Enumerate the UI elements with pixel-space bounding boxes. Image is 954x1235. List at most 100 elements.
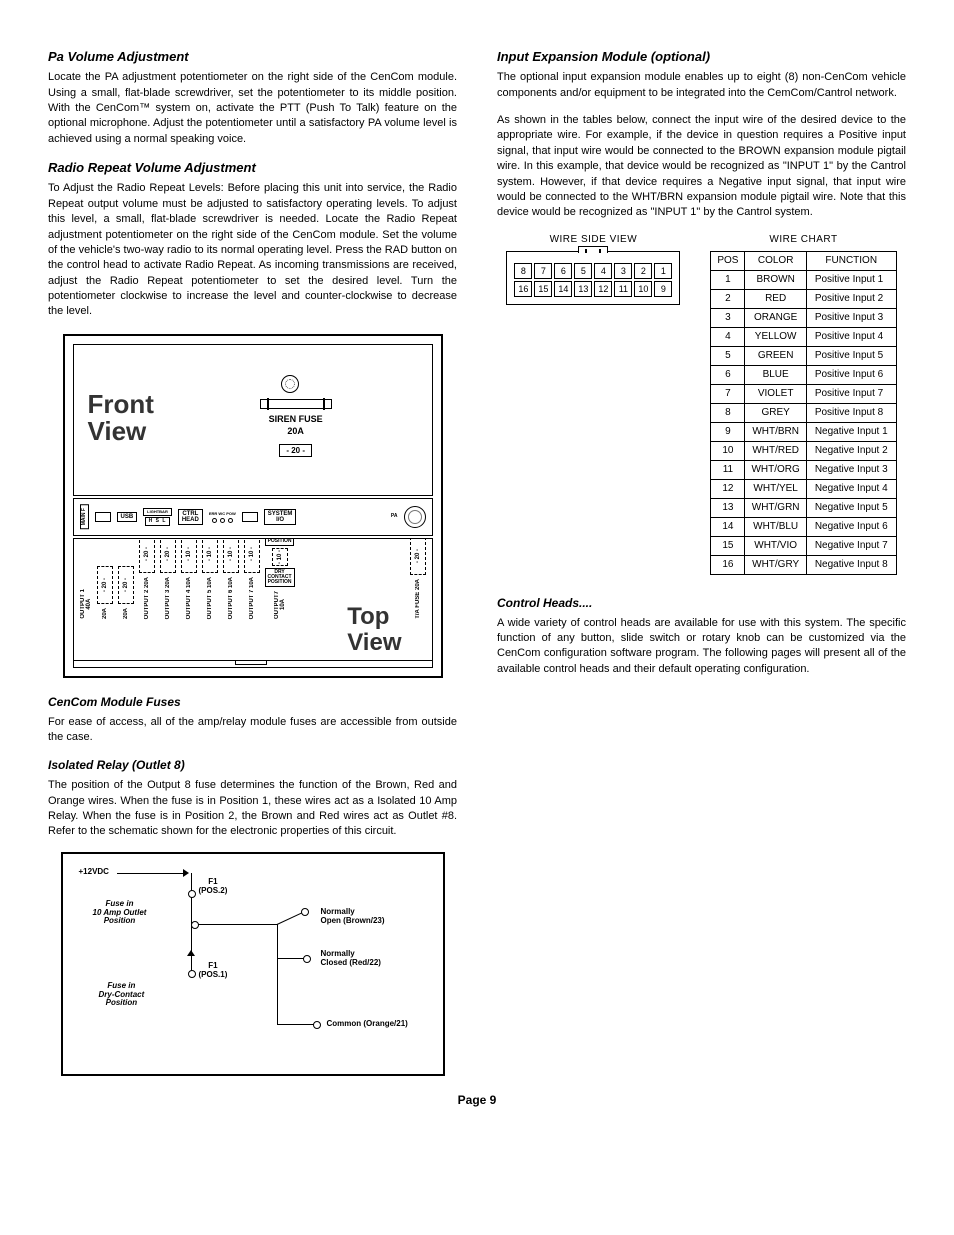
output2-label: OUTPUT 2 20A <box>144 577 150 619</box>
page-columns: Pa Volume Adjustment Locate the PA adjus… <box>48 40 906 1076</box>
fuse-20: - 20 - <box>97 566 113 604</box>
control-heads-heading: Control Heads.... <box>497 595 906 612</box>
table-row: 6BLUEPositive Input 6 <box>711 365 896 384</box>
cell-color: ORANGE <box>745 308 806 327</box>
top-baseline-icon <box>74 660 432 661</box>
common-label: Common (Orange/21) <box>327 1020 408 1029</box>
fuse-10: - 10 - <box>223 538 239 573</box>
cell-pos: 10 <box>711 441 745 460</box>
cell-color: RED <box>745 289 806 308</box>
output5-label: OUTPUT 5 10A <box>207 577 213 619</box>
node-icon <box>188 970 196 978</box>
pin-cell: 15 <box>534 281 552 297</box>
output7-label: OUTPUT 7 10A <box>249 577 255 619</box>
cell-function: Positive Input 3 <box>806 308 896 327</box>
f1-pos1-label: F1 (POS.1) <box>199 962 228 980</box>
pin-cell: 5 <box>574 263 592 279</box>
node-icon <box>188 890 196 898</box>
pin-cell: 6 <box>554 263 572 279</box>
fuse-10: - 10 - <box>244 538 260 573</box>
pin-cell: 9 <box>654 281 672 297</box>
siren-fuse-value: - 20 - <box>279 444 312 457</box>
adjustment-knob-icon <box>281 375 299 393</box>
output1a-label: 20A <box>102 608 108 619</box>
cell-pos: 9 <box>711 422 745 441</box>
system-io-label: SYSTEM I/O <box>264 509 297 525</box>
right-column: Input Expansion Module (optional) The op… <box>497 40 906 1076</box>
table-row: 13WHT/GRNNegative Input 5 <box>711 498 896 517</box>
pin-cell: 16 <box>514 281 532 297</box>
pa-volume-heading: Pa Volume Adjustment <box>48 48 457 66</box>
hsl-label: H S L <box>145 517 171 526</box>
usb-port-label: USB <box>117 512 138 522</box>
led-dots-icon <box>212 518 233 523</box>
cell-function: Negative Input 6 <box>806 517 896 536</box>
cell-pos: 12 <box>711 479 745 498</box>
pin-cell: 11 <box>614 281 632 297</box>
isolated-relay-body: The position of the Output 8 fuse determ… <box>48 778 457 840</box>
pa-knob-icon <box>404 506 426 528</box>
output4-label: OUTPUT 4 10A <box>186 577 192 619</box>
output7b-label: OUTPUT7 10A <box>274 591 286 619</box>
cell-function: Negative Input 3 <box>806 460 896 479</box>
table-row: 7VIOLETPositive Input 7 <box>711 384 896 403</box>
fuse-20-right: - 20 - <box>410 538 426 575</box>
cell-function: Negative Input 1 <box>806 422 896 441</box>
normally-closed-label: Normally Closed (Red/22) <box>321 950 381 968</box>
main-port-label: MAIN F <box>80 504 89 529</box>
table-row: 12WHT/YELNegative Input 4 <box>711 479 896 498</box>
iem-body-1: The optional input expansion module enab… <box>497 70 906 101</box>
fuse10-label: Fuse in 10 Amp Outlet Position <box>93 900 147 926</box>
cell-function: Positive Input 6 <box>806 365 896 384</box>
radio-repeat-body: To Adjust the Radio Repeat Levels: Befor… <box>48 181 457 320</box>
wire-chart-th-color: COLOR <box>745 251 806 270</box>
left-column: Pa Volume Adjustment Locate the PA adjus… <box>48 40 457 1076</box>
control-heads-body: A wide variety of control heads are avai… <box>497 616 906 678</box>
isolated-relay-heading: Isolated Relay (Outlet 8) <box>48 757 457 774</box>
ctrl-head-label: CTRL HEAD <box>178 509 203 525</box>
cell-function: Positive Input 2 <box>806 289 896 308</box>
fusedc-label: Fuse in Dry-Contact Position <box>99 982 145 1008</box>
siren-fuse-group: SIREN FUSE 20A - 20 - <box>260 397 332 457</box>
pos-dry-label: DRY CONTACT POSITION <box>265 568 295 587</box>
pa-volume-body: Locate the PA adjustment potentiometer o… <box>48 70 457 147</box>
relay-schematic: +12VDC F1 (POS.2) Normally Open (Brown/2… <box>61 852 445 1076</box>
node-icon <box>313 1021 321 1029</box>
pin-cell: 12 <box>594 281 612 297</box>
fuse-20: - 20 - <box>118 566 134 604</box>
siren-fuse-label: SIREN FUSE 20A <box>260 413 332 438</box>
pins-row-top: 87654321 <box>513 262 673 280</box>
table-row: 1BROWNPositive Input 1 <box>711 270 896 289</box>
normally-open-label: Normally Open (Brown/23) <box>321 908 385 926</box>
cell-pos: 6 <box>711 365 745 384</box>
cell-pos: 15 <box>711 536 745 555</box>
iem-body-2: As shown in the tables below, connect th… <box>497 113 906 221</box>
table-row: 11WHT/ORGNegative Input 3 <box>711 460 896 479</box>
pin-cell: 7 <box>534 263 552 279</box>
main-port-icon <box>95 512 111 522</box>
cell-color: GREY <box>745 403 806 422</box>
table-row: 4YELLOWPositive Input 4 <box>711 327 896 346</box>
cell-color: WHT/VIO <box>745 536 806 555</box>
output1b-label: 20A <box>123 608 129 619</box>
cell-color: BROWN <box>745 270 806 289</box>
page-number: Page 9 <box>48 1092 906 1109</box>
table-row: 14WHT/BLUNegative Input 6 <box>711 517 896 536</box>
cell-function: Negative Input 2 <box>806 441 896 460</box>
cell-function: Negative Input 5 <box>806 498 896 517</box>
cell-function: Negative Input 7 <box>806 536 896 555</box>
table-row: 15WHT/VIONegative Input 7 <box>711 536 896 555</box>
cell-pos: 1 <box>711 270 745 289</box>
system-io-port-icon <box>242 512 258 522</box>
connector-tab-icon <box>578 246 608 253</box>
cell-pos: 7 <box>711 384 745 403</box>
pin-cell: 3 <box>614 263 632 279</box>
wire-chart-th-pos: POS <box>711 251 745 270</box>
cell-pos: 8 <box>711 403 745 422</box>
fuse-20: - 20 - <box>139 538 155 573</box>
cell-pos: 4 <box>711 327 745 346</box>
pos-10a-label: 10A OUTPUT POSITION <box>265 538 295 546</box>
front-view-box: Front View SIREN FUSE 20A - 20 - <box>73 344 433 496</box>
cell-pos: 14 <box>711 517 745 536</box>
table-row: 10WHT/REDNegative Input 2 <box>711 441 896 460</box>
